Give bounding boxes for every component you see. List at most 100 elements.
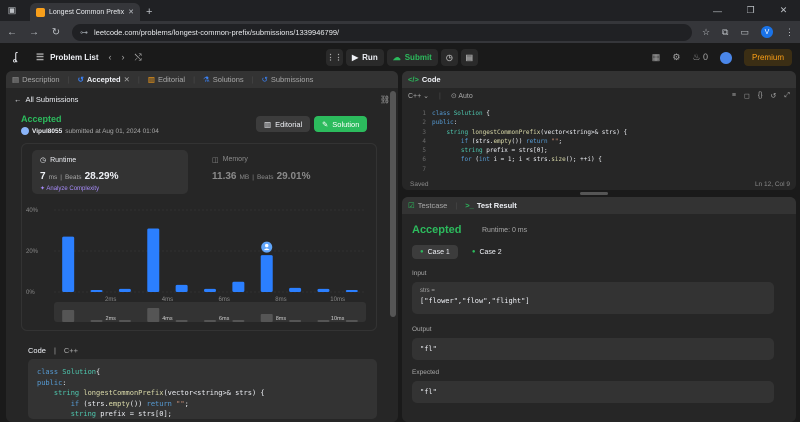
submission-panel: ▤ Description | ↺ Accepted ✕ | ▥ Editorial |… (6, 71, 398, 422)
site-info-icon[interactable]: ⊶ (80, 28, 88, 37)
profile-avatar[interactable]: V (761, 26, 773, 38)
play-icon: ▶ (352, 53, 359, 62)
solution-button[interactable]: ✎ Solution (314, 116, 368, 132)
runtime-box[interactable]: ◷ Runtime 7 ms | Beats 28.29% ✦ Analyze C… (32, 150, 188, 194)
reset-icon[interactable]: ↺ (771, 92, 777, 100)
memory-box[interactable]: ◫ Memory 11.36 MB | Beats 29.01% (204, 150, 360, 194)
submission-code-line: string longestCommonPrefix(vector<string… (53, 389, 265, 397)
notes-button[interactable]: ▤ (460, 49, 478, 66)
minimize-button[interactable]: — (701, 0, 734, 21)
line-number: 1 (422, 110, 426, 117)
streak-fire-icon[interactable]: ♨ 0 (692, 52, 708, 63)
submission-code-block[interactable]: class Solution{ public: string longestCom… (28, 359, 377, 419)
editorial-button[interactable]: ▥ Editorial (256, 116, 311, 132)
saved-status: Saved (410, 181, 429, 188)
editor-code-line: class Solution { (432, 110, 490, 117)
submission-code-line: class Solution{ (37, 368, 101, 376)
mini-bar (260, 314, 273, 322)
all-submissions-label: All Submissions (25, 95, 79, 104)
next-problem-icon[interactable]: › (122, 52, 125, 63)
user-avatar[interactable] (719, 51, 732, 64)
browser-tab[interactable]: Longest Common Prefix - Leet ✕ (30, 3, 140, 21)
format-icon[interactable]: ≡ (732, 92, 736, 100)
user-avatar-small[interactable] (21, 127, 29, 135)
analyze-label: Analyze Complexity (46, 186, 100, 192)
analyze-complexity-link[interactable]: ✦ Analyze Complexity (40, 185, 180, 192)
sidepanel-icon[interactable]: ▭ (740, 27, 749, 38)
tab-test-result[interactable]: >_ Test Result (465, 201, 516, 210)
bookmark-icon[interactable]: ◻ (744, 92, 750, 100)
mini-bar (90, 320, 103, 322)
beats-label: Beats (64, 174, 82, 181)
shuffle-icon[interactable]: ⤭ (135, 52, 142, 63)
code-editor[interactable]: class Solution {public: string longestCo… (432, 109, 627, 174)
close-tab-icon[interactable]: ✕ (128, 8, 134, 16)
prev-problem-icon[interactable]: ‹ (109, 52, 112, 63)
mini-x-tick-label: 8ms (276, 316, 287, 322)
back-icon[interactable]: ← (6, 27, 18, 38)
editor-code-line: if (strs.empty()) return ""; (460, 137, 563, 145)
streak-count: 0 (702, 52, 708, 62)
description-icon: ▤ (12, 75, 20, 84)
case-tabs: ● Case 1 ● Case 2 (412, 245, 510, 259)
premium-button[interactable]: Premium (743, 49, 792, 66)
tab-testcase[interactable]: ☑ Testcase (408, 201, 447, 210)
close-tab-icon[interactable]: ✕ (124, 75, 130, 84)
case-2-tab[interactable]: ● Case 2 (464, 245, 510, 259)
editor-toolbar: C++ ⌄ | ⊙ Auto ≡ ◻ {} ↺ ⤢ (408, 92, 790, 100)
navbar-right: ▦ ⚙ ♨ 0 Premium (652, 49, 792, 66)
submission-code-line: string prefix = strs[0]; (70, 410, 172, 418)
list-icon: ☰ (36, 51, 45, 62)
layout-icon[interactable]: ▦ (652, 52, 661, 63)
language-select[interactable]: C++ ⌄ (408, 92, 429, 100)
mini-overview-track (54, 302, 366, 322)
code-tab[interactable]: </> Code (408, 75, 441, 84)
submission-byline: Vipul8055 submitted at Aug 01, 2024 01:0… (21, 127, 159, 135)
panel-resize-handle[interactable] (580, 192, 608, 195)
case-1-tab[interactable]: ● Case 1 (412, 245, 458, 259)
problem-list-button[interactable]: ☰ Problem List (36, 52, 99, 63)
extensions-icon[interactable]: ⧉ (722, 27, 728, 38)
submit-button[interactable]: ☁ Submit (386, 49, 438, 66)
tab-editorial[interactable]: ▥ Editorial (148, 75, 185, 84)
left-scrollbar[interactable] (390, 91, 396, 317)
mini-bar (345, 320, 358, 322)
submission-code-line: public: (37, 378, 67, 387)
leetcode-logo-icon[interactable]: ʆ (8, 50, 22, 64)
braces-icon[interactable]: {} (758, 92, 763, 100)
username[interactable]: Vipul8055 (32, 128, 62, 135)
url-field[interactable]: ⊶ leetcode.com/problems/longest-common-p… (72, 23, 692, 41)
back-arrow-icon: ← (14, 95, 22, 104)
tab-description[interactable]: ▤ Description (12, 75, 60, 84)
share-link-icon[interactable]: ⛓ (380, 95, 390, 104)
fullscreen-icon[interactable]: ⤢ (784, 92, 790, 100)
reload-icon[interactable]: ↻ (50, 27, 62, 38)
forward-icon[interactable]: → (28, 27, 40, 38)
all-submissions-link[interactable]: ← All Submissions (14, 95, 78, 104)
test-result-panel: ☑ Testcase | >_ Test Result Accepted Runti… (402, 197, 796, 422)
tab-editorial-label: Editorial (157, 75, 186, 84)
memory-beats: 29.01% (276, 171, 311, 182)
menu-kebab-icon[interactable]: ⋮ (785, 27, 794, 38)
timer-button[interactable]: ◷ (440, 49, 458, 66)
submit-label: Submit (404, 53, 432, 62)
tab-search-icon[interactable]: ▣ (6, 4, 18, 16)
tab-submissions[interactable]: ↺ Submissions (262, 75, 314, 84)
auto-label: Auto (458, 93, 473, 100)
bookmark-star-icon[interactable]: ☆ (702, 27, 710, 38)
close-window-button[interactable]: ✕ (767, 0, 800, 21)
new-tab-button[interactable]: + (146, 3, 152, 21)
problem-list-label: Problem List (50, 52, 99, 62)
run-button[interactable]: ▶ Run (346, 49, 384, 66)
restore-button[interactable]: ❐ (734, 0, 767, 21)
tab-result-label: Test Result (476, 201, 517, 210)
tab-accepted-label: Accepted (86, 75, 121, 84)
mini-bar (204, 320, 216, 322)
tab-accepted[interactable]: ↺ Accepted ✕ (78, 75, 130, 84)
editor-footer: Saved Ln 12, Col 9 (410, 181, 790, 188)
settings-gear-icon[interactable]: ⚙ (672, 52, 680, 63)
tab-solutions[interactable]: ⚗ Solutions (203, 75, 244, 84)
debug-button[interactable]: ⋮⋮ (326, 49, 343, 66)
book-icon: ▥ (147, 75, 155, 84)
autocomplete-toggle[interactable]: ⊙ Auto (451, 92, 473, 100)
